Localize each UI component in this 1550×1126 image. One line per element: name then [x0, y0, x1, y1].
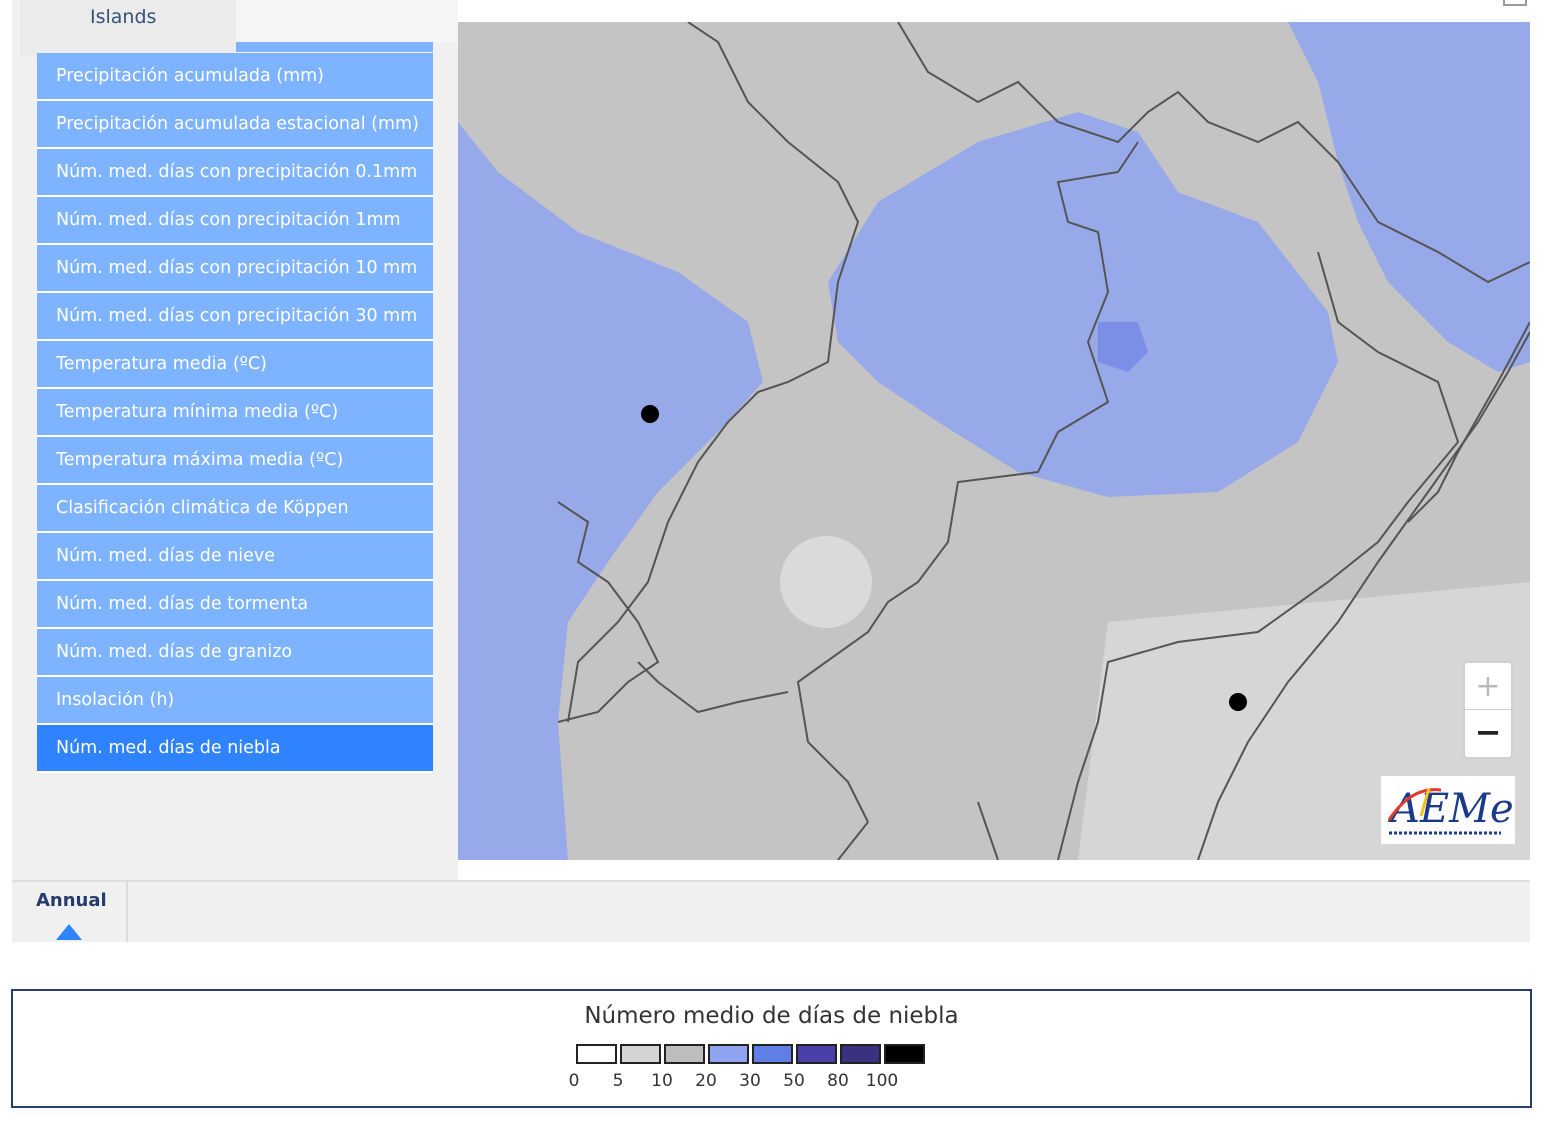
aemet-logo: AEMet — [1381, 776, 1531, 844]
menu-item[interactable]: Temperatura media (ºC) — [37, 341, 433, 389]
legend-tick-label: 20 — [695, 1071, 717, 1091]
menu-item[interactable]: Núm. med. días con precipitación 0.1mm — [37, 149, 433, 197]
station-marker-east — [1229, 693, 1247, 711]
legend-tick-label: 100 — [865, 1071, 899, 1091]
tab-annual-label: Annual — [36, 890, 107, 911]
legend-swatch — [708, 1044, 749, 1064]
fullscreen-icon[interactable] — [1503, 0, 1527, 6]
menu-top-edge — [236, 42, 433, 52]
tab-active-caret-icon — [56, 924, 82, 940]
menu-item[interactable]: Núm. med. días de niebla — [37, 725, 433, 773]
sidebar-top-strip — [236, 0, 458, 42]
zoom-in-button[interactable]: + — [1465, 663, 1511, 710]
legend-swatch — [884, 1044, 925, 1064]
menu-item[interactable]: Núm. med. días con precipitación 30 mm — [37, 293, 433, 341]
legend-swatch — [752, 1044, 793, 1064]
menu-item[interactable]: Temperatura máxima media (ºC) — [37, 437, 433, 485]
legend-swatch — [664, 1044, 705, 1064]
legend-swatch — [576, 1044, 617, 1064]
map-legend: Número medio de días de niebla 0 5 10 20 30 5… — [11, 989, 1532, 1108]
legend-tick-label: 50 — [783, 1071, 805, 1091]
legend-tick-label: 0 — [568, 1071, 580, 1091]
legend-swatch — [840, 1044, 881, 1064]
legend-ticks: 0 5 10 20 30 50 80 100 — [13, 1071, 1530, 1095]
legend-swatch — [620, 1044, 661, 1064]
svg-text:AEMet: AEMet — [1387, 786, 1515, 832]
legend-tick-label: 10 — [651, 1071, 673, 1091]
menu-item[interactable]: Precipitación acumulada estacional (mm) — [37, 101, 433, 149]
period-tabbar: Annual — [12, 882, 1530, 942]
menu-item[interactable]: Núm. med. días con precipitación 10 mm — [37, 245, 433, 293]
tab-islands-label: Islands — [90, 6, 157, 28]
zoom-control: + − — [1463, 661, 1513, 759]
menu-item[interactable]: Núm. med. días de tormenta — [37, 581, 433, 629]
menu-item[interactable]: Núm. med. días de granizo — [37, 629, 433, 677]
legend-tick-label: 5 — [612, 1071, 624, 1091]
map-canvas[interactable] — [458, 22, 1530, 860]
tab-islands[interactable]: Islands — [20, 0, 236, 56]
legend-tick-label: 30 — [739, 1071, 761, 1091]
legend-swatch — [796, 1044, 837, 1064]
menu-item[interactable]: Temperatura mínima media (ºC) — [37, 389, 433, 437]
page: { "sidebar": { "tab_label": "Islands", "… — [0, 0, 1550, 1126]
menu-item[interactable]: Insolación (h) — [37, 677, 433, 725]
menu-item[interactable]: Núm. med. días con precipitación 1mm — [37, 197, 433, 245]
legend-title: Número medio de días de niebla — [584, 1003, 959, 1029]
zoom-out-button[interactable]: − — [1465, 710, 1511, 757]
station-marker-west — [641, 405, 659, 423]
map-top-margin — [458, 0, 1550, 22]
aemet-logo-image: AEMet — [1387, 786, 1531, 838]
map-svg — [458, 22, 1530, 860]
legend-tick-label: 80 — [827, 1071, 849, 1091]
tab-annual[interactable]: Annual — [12, 882, 128, 942]
menu-item[interactable]: Núm. med. días de nieve — [37, 533, 433, 581]
variable-menu: Precipitación acumulada (mm) Precipitació… — [37, 53, 433, 773]
menu-item[interactable]: Clasificación climática de Köppen — [37, 485, 433, 533]
menu-item[interactable]: Precipitación acumulada (mm) — [37, 53, 433, 101]
light-fog-patch — [780, 536, 872, 628]
